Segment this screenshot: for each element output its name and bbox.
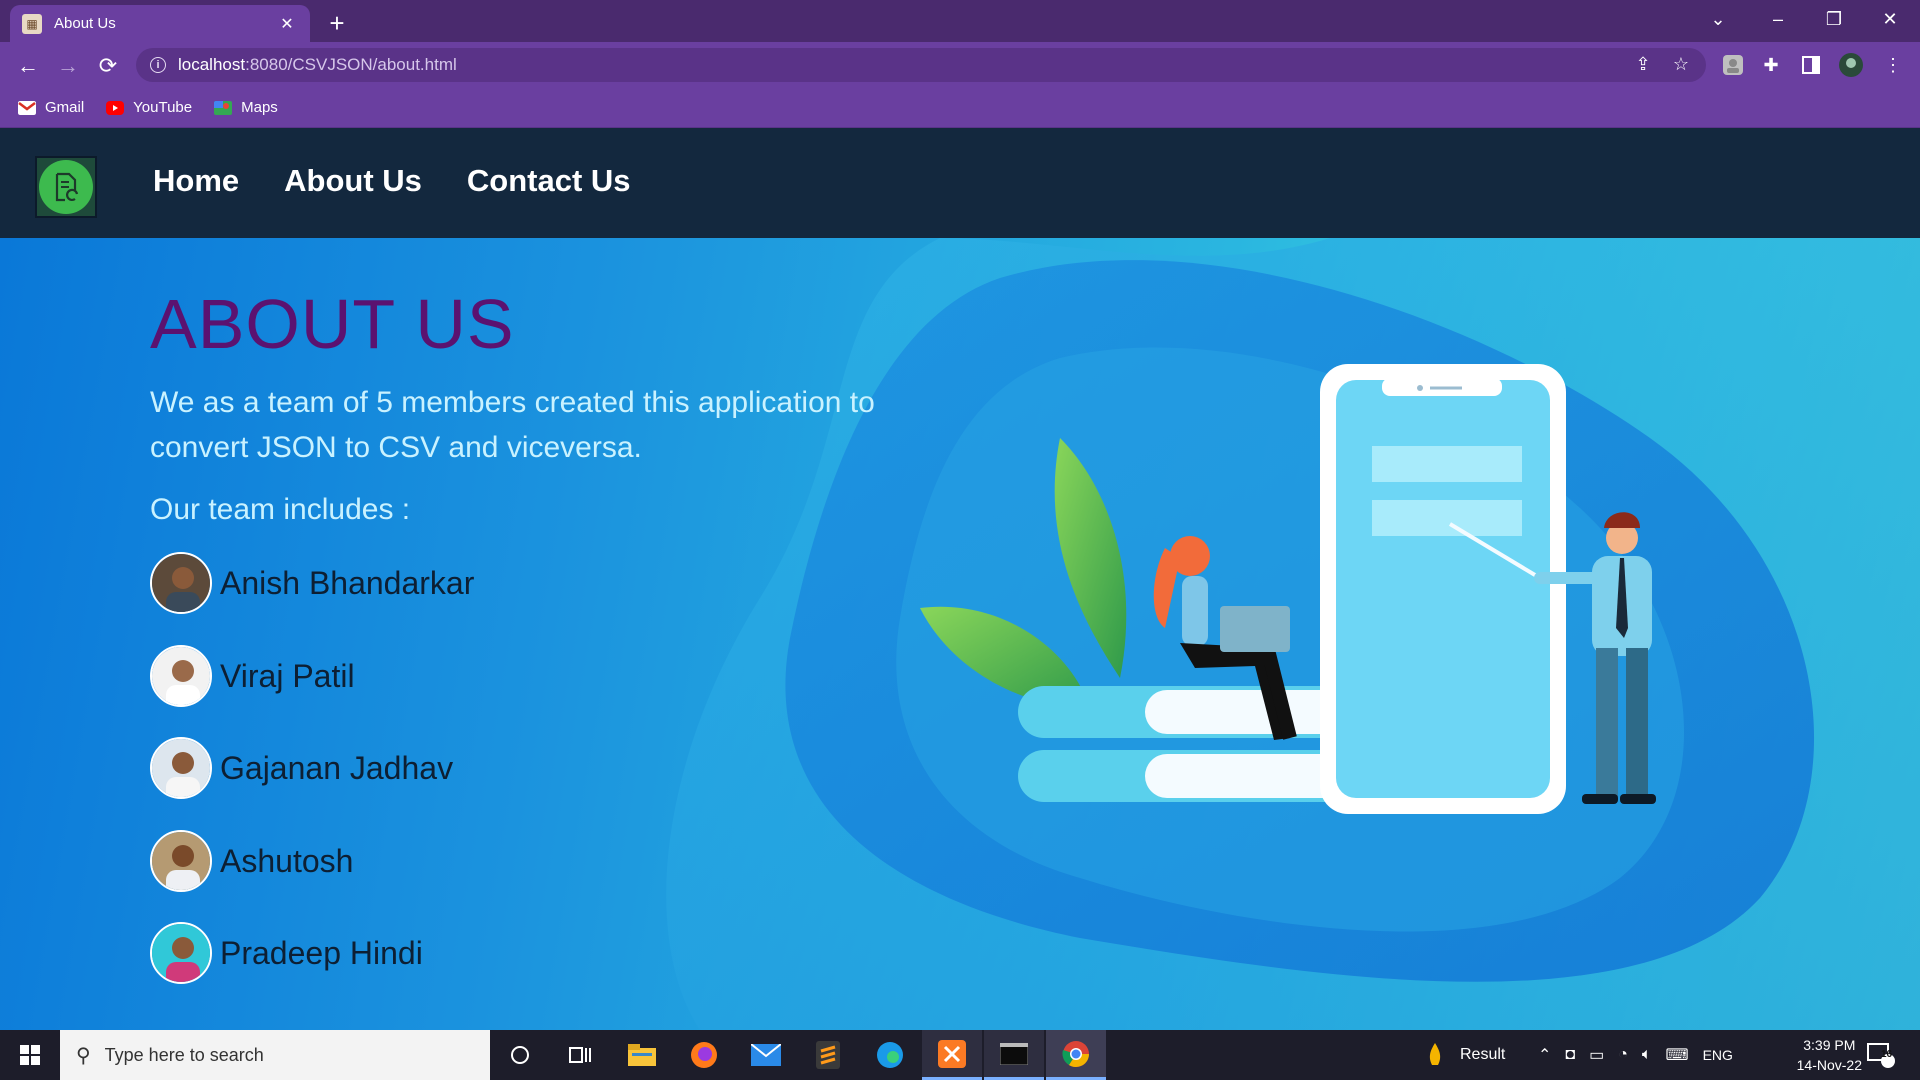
- taskbar-search-input[interactable]: ⚲ Type here to search: [60, 1030, 490, 1080]
- mail-icon[interactable]: [736, 1030, 796, 1080]
- site-nav-links: Home About Us Contact Us: [153, 163, 631, 199]
- reload-button[interactable]: ⟳: [92, 50, 124, 82]
- avatar: [150, 552, 212, 614]
- meet-now-icon[interactable]: ◘: [1565, 1046, 1575, 1064]
- browser-tab-strip: ▦ About Us ✕ + ⌄ – ❐ ✕: [0, 0, 1920, 42]
- gmail-icon: [18, 100, 36, 115]
- site-logo[interactable]: [35, 156, 97, 218]
- nav-contact-us[interactable]: Contact Us: [467, 163, 631, 199]
- task-view-icon[interactable]: [550, 1030, 610, 1080]
- cortana-icon[interactable]: [490, 1030, 550, 1080]
- team-heading: Our team includes :: [150, 493, 411, 526]
- bookmarks-bar: Gmail YouTube Maps: [0, 88, 1920, 128]
- tab-favicon-icon: ▦: [22, 13, 42, 34]
- system-tray: ⌃ ◘ ▭ ◔ 🔈︎ ⌨ ENG: [1538, 1030, 1733, 1080]
- tab-close-icon[interactable]: ✕: [276, 13, 298, 35]
- maps-icon: [214, 100, 233, 115]
- team-member: Gajanan Jadhav: [150, 737, 453, 799]
- document-convert-icon: [39, 160, 93, 214]
- team-member: Anish Bhandarkar: [150, 552, 474, 614]
- language-indicator[interactable]: ENG: [1703, 1047, 1733, 1063]
- team-member: Pradeep Hindi: [150, 922, 423, 984]
- tab-title: About Us: [54, 15, 116, 32]
- member-name: Gajanan Jadhav: [220, 749, 454, 786]
- tab-search-chevron-icon[interactable]: ⌄: [1690, 0, 1746, 38]
- taskbar-clock[interactable]: 3:39 PM 14-Nov-22: [1797, 1035, 1862, 1075]
- about-description: We as a team of 5 members created this a…: [150, 386, 875, 464]
- forward-button[interactable]: →: [52, 50, 84, 82]
- windows-logo-icon: [20, 1045, 40, 1065]
- browser-toolbar: ← → ⟳ i localhost:8080/CSVJSON/about.htm…: [0, 42, 1920, 88]
- xampp-icon[interactable]: [922, 1030, 982, 1080]
- share-icon[interactable]: ⇪: [1630, 51, 1656, 77]
- keyboard-icon[interactable]: ⌨: [1665, 1045, 1688, 1065]
- firefox-icon[interactable]: [674, 1030, 734, 1080]
- extensions-puzzle-icon[interactable]: ✚: [1756, 50, 1786, 80]
- avatar: [150, 830, 212, 892]
- nav-home[interactable]: Home: [153, 163, 239, 199]
- chrome-icon[interactable]: [1046, 1030, 1106, 1080]
- search-icon: ⚲: [76, 1044, 91, 1067]
- terminal-icon[interactable]: [984, 1030, 1044, 1080]
- minimize-button[interactable]: –: [1750, 0, 1806, 38]
- wifi-icon[interactable]: ◔: [1618, 1046, 1628, 1064]
- bookmark-maps[interactable]: Maps: [214, 99, 278, 116]
- notifications-button[interactable]: 16: [1866, 1030, 1896, 1080]
- site-navbar: Home About Us Contact Us: [0, 128, 1920, 238]
- bookmark-star-icon[interactable]: ☆: [1668, 51, 1694, 77]
- browser-tab-active[interactable]: ▦ About Us ✕: [10, 5, 310, 42]
- bookmark-gmail[interactable]: Gmail: [18, 99, 84, 116]
- address-bar[interactable]: i localhost:8080/CSVJSON/about.html: [136, 48, 1706, 82]
- nav-about-us[interactable]: About Us: [284, 163, 422, 199]
- tray-widget-result[interactable]: Result: [1426, 1030, 1505, 1080]
- flame-icon: [1429, 1043, 1441, 1065]
- address-url: localhost:8080/CSVJSON/about.html: [178, 55, 457, 74]
- page-title: ABOUT US: [150, 285, 515, 363]
- team-member: Ashutosh: [150, 830, 353, 892]
- notification-count-badge: 16: [1881, 1049, 1893, 1060]
- tray-chevron-up-icon[interactable]: ⌃: [1538, 1045, 1551, 1065]
- restore-button[interactable]: ❐: [1806, 0, 1862, 38]
- windows-taskbar: ⚲ Type here to search Result ⌃ ◘ ▭ ◔ 🔈︎ …: [0, 1030, 1920, 1080]
- battery-icon[interactable]: ▭: [1589, 1045, 1604, 1065]
- member-name: Pradeep Hindi: [220, 934, 423, 971]
- edge-icon[interactable]: [860, 1030, 920, 1080]
- start-button[interactable]: [0, 1030, 60, 1080]
- team-member: Viraj Patil: [150, 645, 355, 707]
- profile-avatar-icon[interactable]: [1836, 50, 1866, 80]
- close-window-button[interactable]: ✕: [1862, 0, 1918, 38]
- back-button[interactable]: ←: [12, 50, 44, 82]
- sublime-text-icon[interactable]: [798, 1030, 858, 1080]
- volume-icon[interactable]: 🔈︎: [1642, 1046, 1652, 1064]
- member-name: Viraj Patil: [220, 657, 355, 694]
- bookmark-youtube[interactable]: YouTube: [106, 99, 192, 116]
- avatar: [150, 922, 212, 984]
- avatar: [150, 645, 212, 707]
- member-name: Anish Bhandarkar: [220, 564, 475, 601]
- side-panel-icon[interactable]: [1796, 50, 1826, 80]
- new-tab-button[interactable]: +: [322, 8, 352, 38]
- about-hero-section: ABOUT US We as a team of 5 members creat…: [0, 238, 1920, 1030]
- youtube-icon: [106, 100, 125, 115]
- site-info-icon[interactable]: i: [150, 57, 166, 73]
- browser-menu-icon[interactable]: ⋮: [1878, 50, 1908, 80]
- file-explorer-icon[interactable]: [612, 1030, 672, 1080]
- avatar: [150, 737, 212, 799]
- extension-avatar-icon[interactable]: [1718, 50, 1748, 80]
- member-name: Ashutosh: [220, 842, 354, 879]
